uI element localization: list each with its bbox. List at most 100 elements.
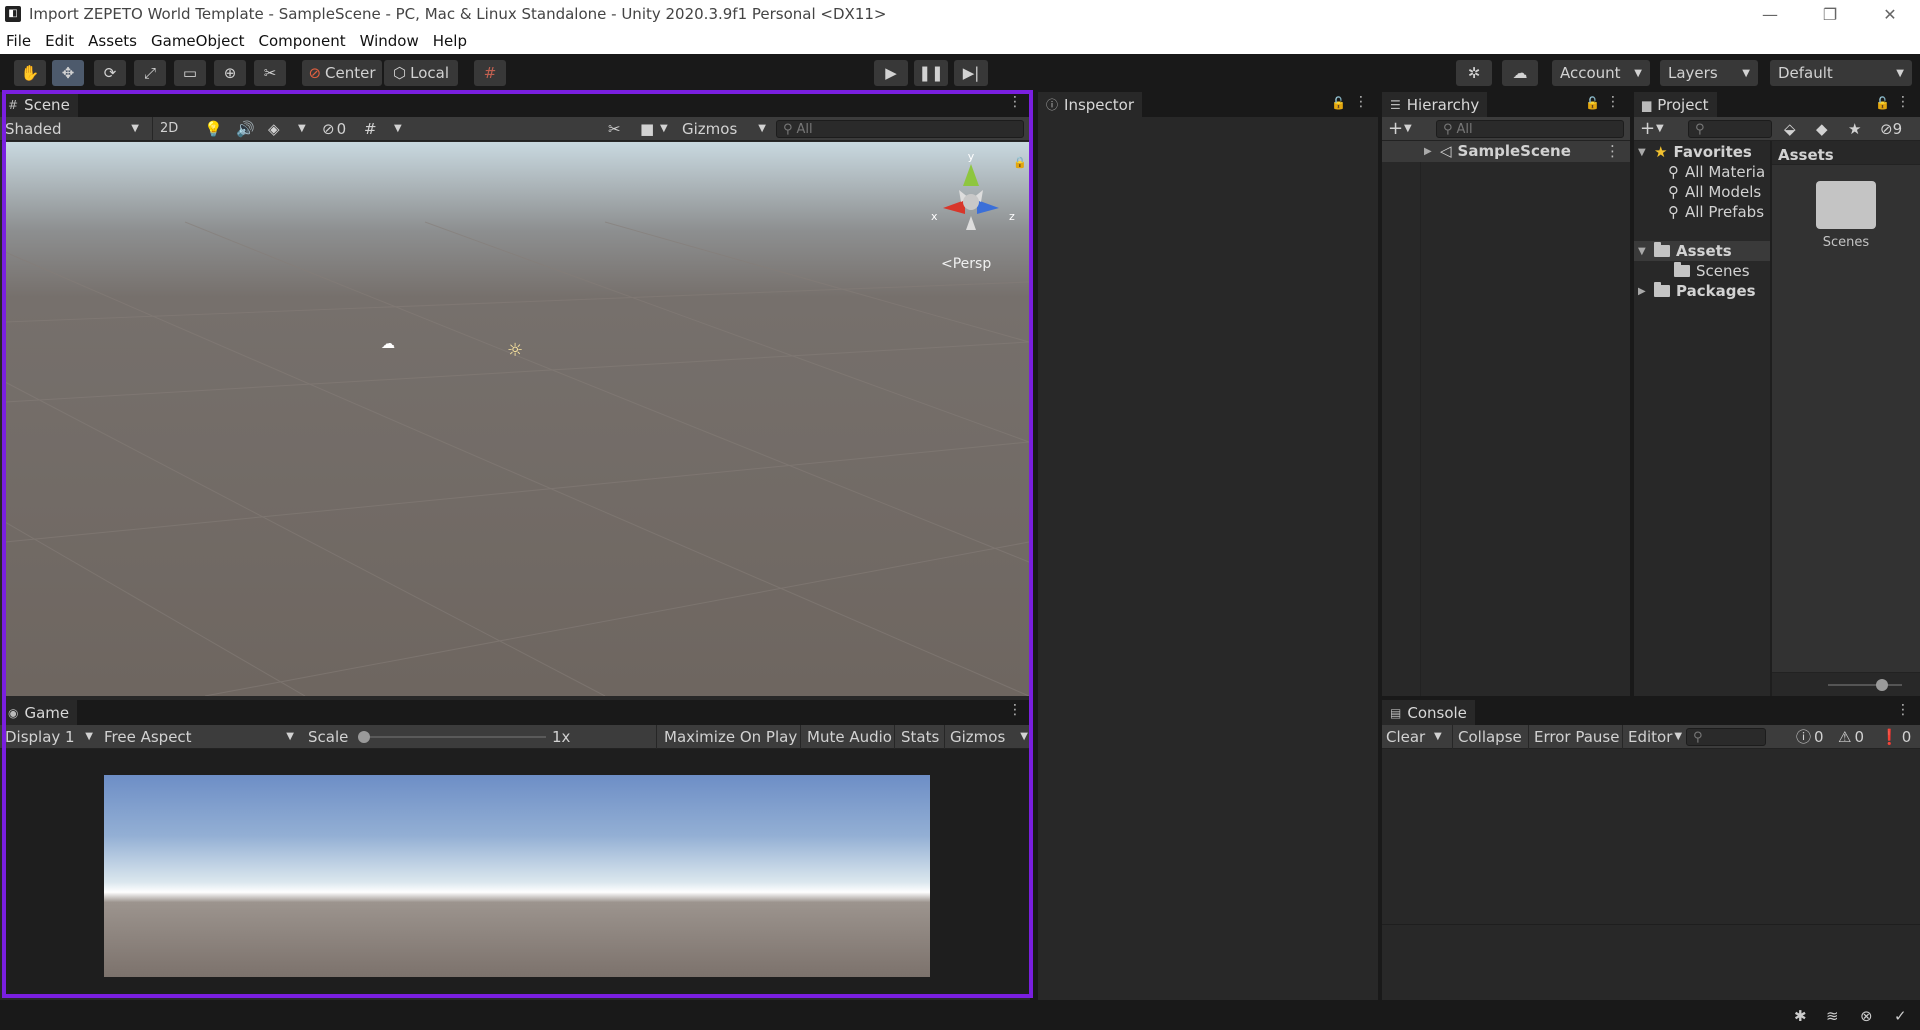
kebab-menu-icon[interactable]: ⋮ <box>1354 94 1368 110</box>
hidden-objects-toggle[interactable]: ⊘ 0 <box>322 117 346 140</box>
chevron-down-icon[interactable]: ▼ <box>1434 725 1442 748</box>
hierarchy-row-samplescene[interactable]: ▶ ◁ SampleScene ⋮ <box>1382 141 1630 162</box>
tools-icon[interactable]: ✂ <box>608 117 621 140</box>
pivot-center-button[interactable]: ⊘ Center <box>302 60 382 86</box>
grid-toggle-icon[interactable]: # <box>364 117 377 140</box>
scene-viewport[interactable]: ☁ ☼ y x z 🔒 <Persp <box>5 142 1029 696</box>
layout-dropdown[interactable]: Default ▼ <box>1770 60 1912 86</box>
camera-icon[interactable]: ■ <box>640 117 654 140</box>
projection-toggle[interactable]: <Persp <box>941 256 991 272</box>
aspect-dropdown[interactable]: Free Aspect ▼ <box>104 725 298 748</box>
lock-icon[interactable]: 🔓 <box>1585 96 1600 110</box>
favorites-section[interactable]: ▼ ★ Favorites <box>1638 143 1752 161</box>
log-count-toggle[interactable]: ⓘ 0 <box>1796 725 1824 748</box>
chevron-right-icon[interactable]: ▶ <box>1424 146 1434 157</box>
console-search-input[interactable]: ⚲ <box>1686 728 1766 746</box>
network-icon[interactable]: ⊗ <box>1860 1007 1873 1025</box>
game-render[interactable] <box>104 775 930 977</box>
lock-icon[interactable]: 🔓 <box>1331 96 1346 110</box>
clear-button[interactable]: Clear <box>1386 725 1425 748</box>
pivot-local-button[interactable]: ⬡ Local <box>384 60 458 86</box>
kebab-menu-icon[interactable]: ⋮ <box>1008 702 1022 718</box>
warning-count-toggle[interactable]: ⚠ 0 <box>1838 725 1864 748</box>
display-dropdown[interactable]: Display 1 ▼ <box>5 725 97 748</box>
assets-folder[interactable]: ▼ Assets <box>1638 242 1732 260</box>
stats-toggle[interactable]: Stats <box>901 725 939 748</box>
favorite-item[interactable]: ⚲ All Prefabs <box>1668 203 1764 221</box>
custom-tool-icon[interactable]: ✂ <box>254 60 286 86</box>
asset-item-scenes[interactable]: Scenes <box>1794 181 1898 250</box>
restore-button[interactable]: ❐ <box>1800 5 1860 24</box>
menu-help[interactable]: Help <box>433 32 467 50</box>
light-gizmo-icon[interactable]: ☼ <box>507 340 523 361</box>
filter-type-icon[interactable]: ⬙ <box>1784 117 1796 140</box>
rotate-tool-icon[interactable]: ⟳ <box>94 60 126 86</box>
favorite-star-icon[interactable]: ★ <box>1848 117 1861 140</box>
icon-size-slider-track[interactable] <box>1828 684 1902 686</box>
tab-hierarchy[interactable]: ☰ Hierarchy <box>1382 92 1488 117</box>
collapse-toggle[interactable]: Collapse <box>1458 725 1522 748</box>
effects-icon[interactable]: ◈ <box>268 117 280 140</box>
scale-slider-thumb[interactable] <box>358 731 370 743</box>
breadcrumb[interactable]: Assets <box>1772 141 1920 165</box>
scene-gizmos-dropdown[interactable]: Gizmos ▼ <box>682 117 766 140</box>
filter-label-icon[interactable]: ◆ <box>1816 117 1828 140</box>
mute-audio-toggle[interactable]: Mute Audio <box>807 725 892 748</box>
account-dropdown[interactable]: Account ▼ <box>1552 60 1650 86</box>
game-gizmos-dropdown[interactable]: Gizmos ▼ <box>950 725 1028 748</box>
chevron-down-icon[interactable]: ▼ <box>1638 246 1648 257</box>
editor-dropdown[interactable]: Editor ▼ <box>1628 725 1682 748</box>
orientation-gizmo[interactable]: y x z <box>921 150 1021 250</box>
chevron-down-icon[interactable]: ▼ <box>1404 117 1412 140</box>
lock-icon[interactable]: 🔒 <box>1013 156 1027 169</box>
menu-window[interactable]: Window <box>360 32 419 50</box>
packages-folder[interactable]: ▶ Packages <box>1638 282 1756 300</box>
step-button[interactable]: ▶| <box>954 60 988 86</box>
chevron-down-icon[interactable]: ▼ <box>1638 147 1648 158</box>
menu-component[interactable]: Component <box>259 32 346 50</box>
tab-scene[interactable]: # Scene <box>0 92 78 117</box>
collab-icon[interactable]: ✲ <box>1456 60 1492 86</box>
cloud-icon[interactable]: ☁ <box>1502 60 1538 86</box>
minimize-button[interactable]: — <box>1740 5 1800 24</box>
chevron-down-icon[interactable]: ▼ <box>394 117 402 140</box>
kebab-menu-icon[interactable]: ⋮ <box>1606 94 1620 110</box>
error-count-toggle[interactable]: ❗ 0 <box>1880 725 1911 748</box>
error-pause-toggle[interactable]: Error Pause <box>1534 725 1619 748</box>
grid-snap-icon[interactable]: # <box>474 60 506 86</box>
chevron-right-icon[interactable]: ▶ <box>1638 286 1648 297</box>
scale-tool-icon[interactable]: ⤢ <box>134 60 166 86</box>
scale-slider-track[interactable] <box>360 736 546 738</box>
menu-gameobject[interactable]: GameObject <box>151 32 245 50</box>
scenes-folder[interactable]: Scenes <box>1674 262 1750 280</box>
chevron-down-icon[interactable]: ▼ <box>1656 117 1664 140</box>
rect-tool-icon[interactable]: ▭ <box>174 60 206 86</box>
scene-search-input[interactable]: ⚲ All <box>776 120 1024 138</box>
tab-game[interactable]: ◉ Game <box>0 700 78 725</box>
hierarchy-search-input[interactable]: ⚲ All <box>1436 120 1624 138</box>
favorite-item[interactable]: ⚲ All Materia <box>1668 163 1765 181</box>
favorite-item[interactable]: ⚲ All Models <box>1668 183 1761 201</box>
shading-mode-dropdown[interactable]: Shaded ▼ <box>5 117 145 140</box>
tab-inspector[interactable]: ⓘ Inspector <box>1038 92 1142 117</box>
kebab-menu-icon[interactable]: ⋮ <box>1008 94 1022 110</box>
maximize-on-play-toggle[interactable]: Maximize On Play <box>664 725 797 748</box>
tab-console[interactable]: ▤ Console <box>1382 700 1475 725</box>
hidden-packages-toggle[interactable]: ⊘ 9 <box>1880 117 1902 140</box>
menu-file[interactable]: File <box>6 32 31 50</box>
hand-tool-icon[interactable]: ✋ <box>14 60 46 86</box>
layers-dropdown[interactable]: Layers ▼ <box>1660 60 1758 86</box>
close-button[interactable]: ✕ <box>1860 5 1920 24</box>
chevron-down-icon[interactable]: ▼ <box>298 117 306 140</box>
icon-size-slider-thumb[interactable] <box>1876 679 1888 691</box>
menu-edit[interactable]: Edit <box>45 32 74 50</box>
menu-assets[interactable]: Assets <box>88 32 137 50</box>
kebab-menu-icon[interactable]: ⋮ <box>1605 142 1620 160</box>
audio-icon[interactable]: 🔊 <box>236 117 255 140</box>
move-tool-icon[interactable]: ✥ <box>52 60 84 86</box>
chevron-down-icon[interactable]: ▼ <box>660 117 668 140</box>
play-button[interactable]: ▶ <box>874 60 908 86</box>
tab-project[interactable]: ▆ Project <box>1634 92 1717 117</box>
kebab-menu-icon[interactable]: ⋮ <box>1896 94 1910 110</box>
lock-icon[interactable]: 🔓 <box>1875 96 1890 110</box>
